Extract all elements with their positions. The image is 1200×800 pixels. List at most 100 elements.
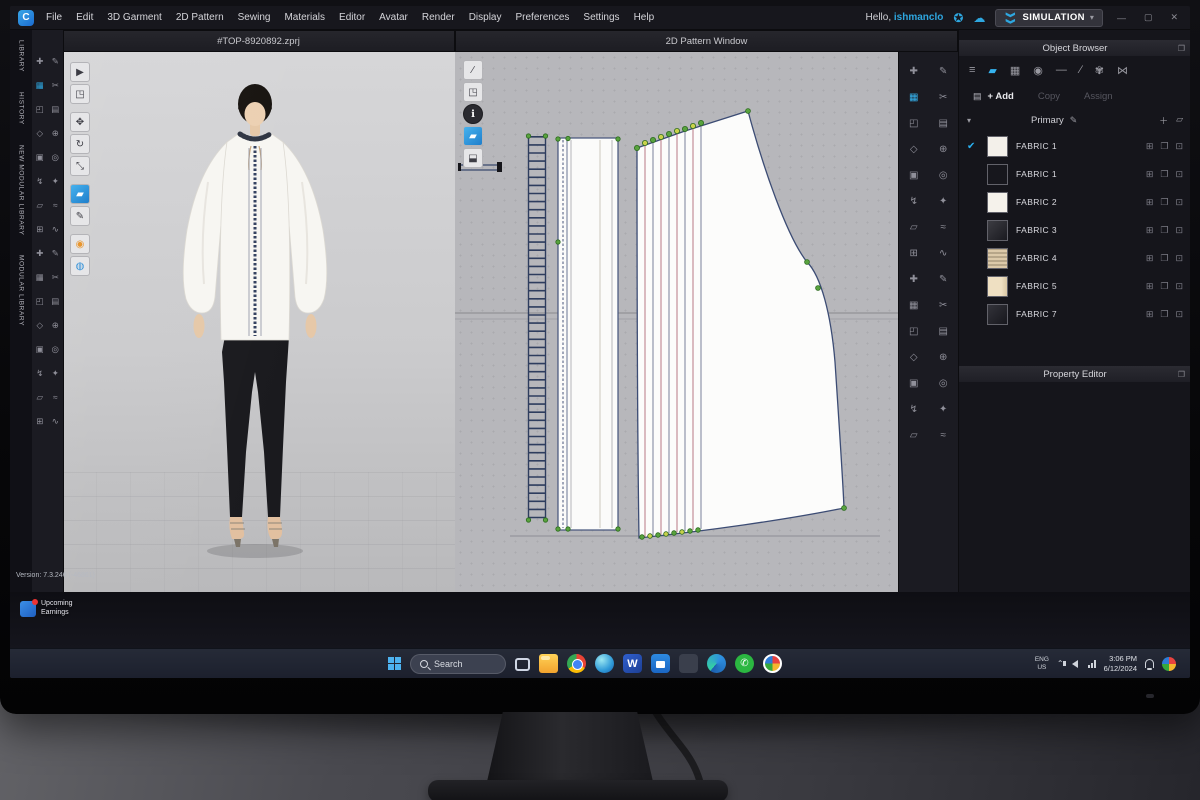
bow-tab-icon[interactable]: ⋈ bbox=[1117, 64, 1128, 77]
texture-tab-icon[interactable]: ▦ bbox=[1010, 64, 1020, 77]
fabric-swatch[interactable] bbox=[987, 136, 1008, 157]
desktop-shortcut[interactable]: Upcoming Earnings bbox=[20, 600, 73, 618]
pattern-2d-canvas[interactable]: ∕ ◳ ℹ ▰ ⬓ bbox=[455, 52, 898, 592]
layers-icon[interactable]: ❐ bbox=[1160, 197, 1168, 208]
tool-icon[interactable]: ⊞ bbox=[899, 248, 929, 258]
tab-history[interactable]: HISTORY bbox=[18, 92, 25, 125]
tool-icon[interactable]: ↯ bbox=[899, 404, 929, 414]
tool-icon[interactable]: ✚ bbox=[899, 66, 929, 76]
tool-icon[interactable]: ✎ bbox=[929, 274, 959, 284]
tool-icon[interactable]: ✂ bbox=[48, 80, 64, 90]
button-tab-icon[interactable]: ◉ bbox=[1033, 64, 1043, 77]
tool-icon[interactable]: ⊞ bbox=[32, 224, 48, 234]
close-button[interactable]: ✕ bbox=[1166, 12, 1182, 23]
menu-avatar[interactable]: Avatar bbox=[377, 12, 410, 23]
layers-icon[interactable]: ❐ bbox=[1160, 253, 1168, 264]
fabric-row[interactable]: FABRIC 4 ⊞❐⊡ bbox=[959, 244, 1190, 272]
word-icon[interactable]: W bbox=[623, 654, 642, 673]
chevron-down-icon[interactable]: ▾ bbox=[1090, 13, 1094, 22]
tab-modular-library[interactable]: MODULAR LIBRARY bbox=[18, 255, 25, 326]
tool-icon[interactable]: ≈ bbox=[48, 392, 64, 402]
show-fabric-2d-button[interactable]: ▰ bbox=[463, 126, 483, 146]
layers-icon[interactable]: ❐ bbox=[1160, 281, 1168, 292]
menu-file[interactable]: File bbox=[44, 12, 64, 23]
gizmo-scale-button[interactable]: ⤡ bbox=[70, 156, 90, 176]
tool-icon[interactable]: ✎ bbox=[929, 66, 959, 76]
fabric-swatch[interactable] bbox=[987, 304, 1008, 325]
maximize-button[interactable]: ▢ bbox=[1140, 12, 1157, 23]
tool-icon[interactable]: ↯ bbox=[32, 176, 48, 186]
tool-icon[interactable]: ✎ bbox=[48, 248, 64, 258]
menu-icon[interactable]: ≡ bbox=[969, 64, 975, 76]
tool-icon[interactable]: ▤ bbox=[48, 296, 64, 306]
fabric-row[interactable]: FABRIC 3 ⊞❐⊡ bbox=[959, 216, 1190, 244]
tab-new-modular-library[interactable]: NEW MODULAR LIBRARY bbox=[18, 145, 25, 235]
tool-icon[interactable]: ▱ bbox=[899, 222, 929, 232]
tool-icon[interactable]: ⊕ bbox=[929, 144, 959, 154]
tool-icon[interactable]: ▱ bbox=[32, 200, 48, 210]
tool-icon[interactable]: ✚ bbox=[32, 56, 48, 66]
tool-icon[interactable]: ▱ bbox=[32, 392, 48, 402]
edge-icon[interactable] bbox=[707, 654, 726, 673]
tool-icon[interactable]: ▦ bbox=[32, 272, 48, 282]
fabric-swatch[interactable] bbox=[987, 276, 1008, 297]
menu-settings[interactable]: Settings bbox=[581, 12, 621, 23]
tool-icon[interactable]: ✎ bbox=[48, 56, 64, 66]
project-file-tab[interactable]: #TOP-8920892.zprj bbox=[217, 36, 300, 47]
tool-icon[interactable]: ▣ bbox=[899, 378, 929, 388]
menu-help[interactable]: Help bbox=[632, 12, 657, 23]
expand-icon[interactable]: ⊞ bbox=[1146, 169, 1154, 180]
fabric-swatch[interactable] bbox=[987, 192, 1008, 213]
fabric-swatch[interactable] bbox=[987, 248, 1008, 269]
windows-start-button[interactable] bbox=[388, 657, 401, 670]
menu-preferences[interactable]: Preferences bbox=[514, 12, 572, 23]
photos-icon[interactable] bbox=[763, 654, 782, 673]
tool-icon[interactable]: ◰ bbox=[899, 118, 929, 128]
fabric-swatch[interactable] bbox=[987, 220, 1008, 241]
tool-icon[interactable]: ∿ bbox=[48, 416, 64, 426]
tool-icon[interactable]: ⊕ bbox=[48, 128, 64, 138]
menu-render[interactable]: Render bbox=[420, 12, 457, 23]
tool-icon[interactable]: ◎ bbox=[48, 152, 64, 162]
show-avatar-button[interactable]: ◉ bbox=[70, 234, 90, 254]
tool-icon[interactable]: ◇ bbox=[32, 128, 48, 138]
clo-logo-icon[interactable]: C bbox=[18, 10, 34, 26]
menu-edit[interactable]: Edit bbox=[74, 12, 95, 23]
options-icon[interactable]: ⊡ bbox=[1175, 309, 1183, 320]
options-icon[interactable]: ⊡ bbox=[1175, 281, 1183, 292]
property-editor-header[interactable]: Property Editor ❐ bbox=[959, 366, 1190, 382]
trim-tab-icon[interactable]: ✾ bbox=[1095, 64, 1104, 77]
fabric-group-row[interactable]: ▾ Primary ✎ ＋ ▱ bbox=[959, 110, 1190, 130]
cloud-sync-icon[interactable]: ☁ bbox=[973, 11, 985, 25]
tool-icon[interactable]: ▦ bbox=[32, 80, 48, 90]
tool-icon[interactable]: ◇ bbox=[32, 320, 48, 330]
options-icon[interactable]: ⊡ bbox=[1175, 169, 1183, 180]
tool-icon[interactable]: ▱ bbox=[899, 430, 929, 440]
username[interactable]: ishmanclo bbox=[894, 12, 943, 23]
gizmo-rotate-button[interactable]: ↻ bbox=[70, 134, 90, 154]
tool-icon[interactable]: ▦ bbox=[899, 300, 929, 310]
layers-icon[interactable]: ❐ bbox=[1160, 169, 1168, 180]
tool-icon[interactable]: ◇ bbox=[899, 352, 929, 362]
clock[interactable]: 3:06 PM 6/12/2024 bbox=[1104, 654, 1137, 674]
network-icon[interactable] bbox=[1088, 660, 1096, 668]
tool-icon[interactable]: ✂ bbox=[48, 272, 64, 282]
expand-icon[interactable]: ⊞ bbox=[1146, 141, 1154, 152]
tool-icon[interactable]: ≈ bbox=[48, 200, 64, 210]
seam-tab-icon[interactable]: — bbox=[1056, 64, 1067, 76]
menu-display[interactable]: Display bbox=[467, 12, 504, 23]
fabric-row[interactable]: ✔ FABRIC 1 ⊞❐⊡ bbox=[959, 132, 1190, 160]
menu-3d-garment[interactable]: 3D Garment bbox=[105, 12, 163, 23]
expand-icon[interactable]: ⊞ bbox=[1146, 253, 1154, 264]
tool-icon[interactable]: ◇ bbox=[899, 144, 929, 154]
tool-icon[interactable]: ▣ bbox=[32, 344, 48, 354]
folder-icon[interactable]: ▱ bbox=[1176, 114, 1183, 127]
object-browser-header[interactable]: Object Browser ❐ bbox=[959, 40, 1190, 56]
add-group-icon[interactable]: ＋ bbox=[1159, 114, 1168, 127]
language-indicator[interactable]: ENG US bbox=[1035, 656, 1049, 672]
rename-icon[interactable]: ✎ bbox=[1070, 115, 1078, 126]
collapse-caret-icon[interactable]: ▾ bbox=[967, 116, 971, 125]
expand-icon[interactable]: ⊞ bbox=[1146, 281, 1154, 292]
popout-icon[interactable]: ❐ bbox=[1178, 370, 1185, 379]
tool-icon[interactable]: ▦ bbox=[899, 92, 929, 102]
